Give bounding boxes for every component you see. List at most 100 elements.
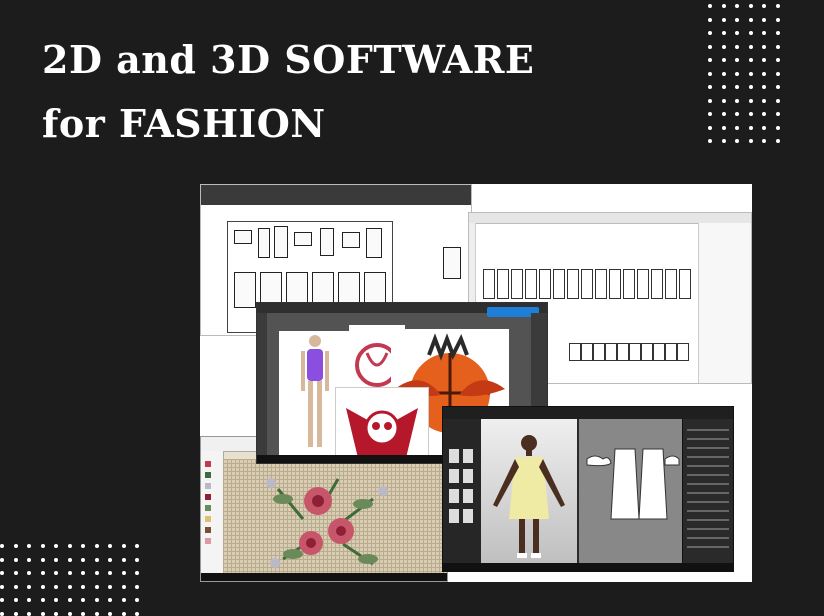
decorative-dot [40,584,45,589]
decorative-dot [54,544,58,548]
3d-viewport[interactable] [481,419,577,571]
trouser-flat [623,269,635,299]
shorts-flat [641,343,653,361]
library-thumb [449,509,459,523]
property-row[interactable] [687,519,729,521]
trouser-flat [595,269,607,299]
decorative-dot [94,571,99,575]
decorative-dot [762,98,766,103]
decorative-dot [775,31,780,35]
leaf [353,499,373,509]
property-row[interactable] [687,546,729,548]
flat-sketch [320,228,334,256]
decorative-dot [54,611,58,616]
shorts-flat [581,343,593,361]
figure-leg [317,381,322,447]
decorative-dot [775,85,780,89]
decorative-dot [27,584,31,589]
property-row[interactable] [687,465,729,467]
property-row[interactable] [687,501,729,503]
avatar-shoe [531,553,541,558]
thread-swatch[interactable] [205,516,211,522]
property-row[interactable] [687,537,729,539]
decorative-dot [135,598,139,602]
decorative-dot [708,31,712,35]
decorative-dot [775,98,780,103]
decorative-dot [708,85,712,89]
headline-line-1: 2D and 3D SOFTWARE [42,37,535,82]
dot-pattern-top-right [708,0,788,152]
decorative-dot [67,544,72,548]
flat-sketch [366,228,382,258]
blue-blossom [270,558,280,568]
2d-pattern-viewport[interactable] [579,419,683,571]
decorative-dot [108,544,112,548]
shorts-flat [605,343,617,361]
shorts-flat [593,343,605,361]
owl-eye [372,422,380,430]
avatar-leg [519,519,525,553]
avatar-shoe [517,553,527,558]
decorative-dot [735,44,739,49]
property-row[interactable] [687,429,729,431]
thread-swatch[interactable] [205,527,211,533]
decorative-dot [94,557,99,562]
decorative-dot [13,584,18,589]
thread-swatch[interactable] [205,461,211,467]
thread-swatch[interactable] [205,494,211,500]
corel-object-panel [698,223,751,383]
back-bodice-piece [638,448,668,520]
shorts-flat [617,343,629,361]
decorative-dot [54,598,58,602]
3d-menubar [443,407,733,419]
decorative-dot [735,71,739,76]
decorative-dot [708,112,712,116]
decorative-dot [67,598,72,602]
decorative-dot [775,4,780,8]
flat-sketch [342,232,360,248]
decorative-dot [121,598,126,602]
decorative-dot [135,611,139,616]
figure-arm [325,351,329,391]
library-thumb [463,509,473,523]
decorative-dot [775,17,780,22]
decorative-dot [13,571,18,575]
decorative-dot [40,544,45,548]
decorative-dot [135,584,139,589]
decorative-dot [748,4,753,8]
thread-swatch[interactable] [205,483,211,489]
property-row[interactable] [687,510,729,512]
property-row[interactable] [687,474,729,476]
decorative-dot [67,584,72,589]
library-thumb [449,449,459,463]
thread-swatch[interactable] [205,505,211,511]
decorative-dot [81,611,85,616]
decorative-dot [762,4,766,8]
blue-blossom [378,486,388,496]
shirt-sketch [443,247,461,279]
thread-swatch[interactable] [205,538,211,544]
decorative-dot [748,31,753,35]
trouser-flat [665,269,677,299]
decorative-dot [735,112,739,116]
embroidery-taskbar [201,573,447,581]
decorative-dot [775,125,780,130]
property-row[interactable] [687,447,729,449]
thread-swatch[interactable] [205,472,211,478]
flat-sketch [258,228,270,258]
headline: 2D and 3D SOFTWARE for FASHION [42,28,534,156]
property-row[interactable] [687,483,729,485]
property-row[interactable] [687,438,729,440]
property-row[interactable] [687,492,729,494]
decorative-dot [775,71,780,76]
decorative-dot [708,125,712,130]
decorative-dot [762,85,766,89]
property-row[interactable] [687,456,729,458]
figure-leg [308,381,313,447]
decorative-dot [762,125,766,130]
dress-pattern-pieces [586,448,680,520]
decorative-dot [54,557,58,562]
property-row[interactable] [687,528,729,530]
owl-emblem [346,408,418,458]
decorative-dot [762,71,766,76]
